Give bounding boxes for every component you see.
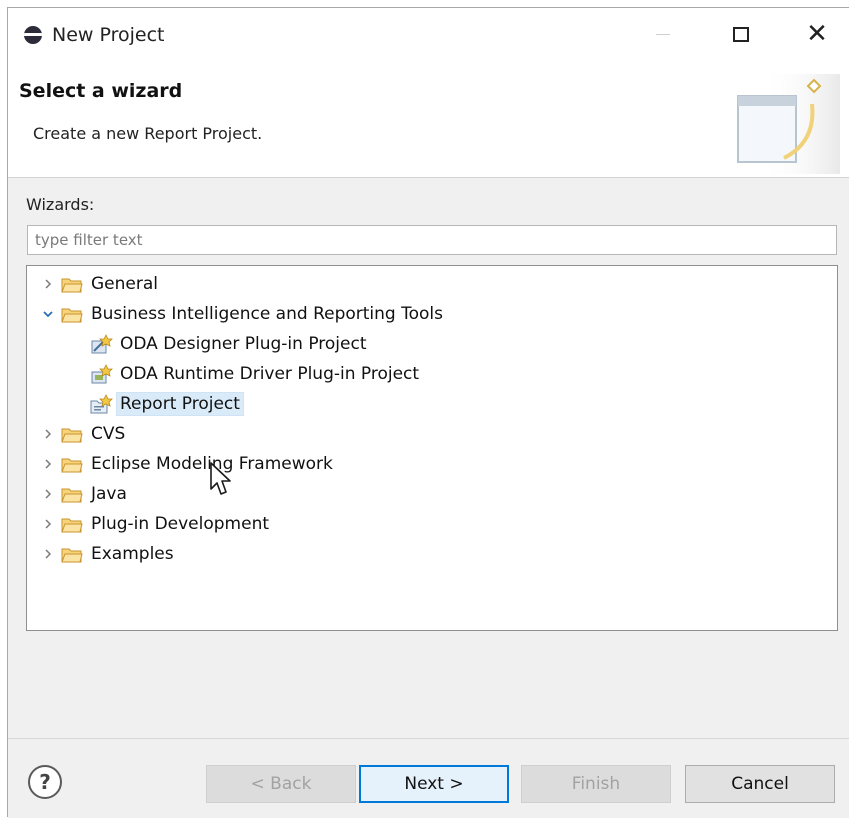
tree-item-label: Business Intelligence and Reporting Tool…: [91, 304, 443, 324]
tree-item-birt[interactable]: Business Intelligence and Reporting Tool…: [41, 300, 443, 328]
banner-title: Select a wizard: [19, 80, 183, 102]
cancel-button[interactable]: Cancel: [685, 765, 835, 803]
minimize-icon: [656, 33, 670, 35]
mouse-cursor-icon: [210, 462, 231, 495]
filter-input[interactable]: [27, 225, 837, 255]
banner-description: Create a new Report Project.: [33, 124, 263, 143]
next-button[interactable]: Next >: [359, 765, 509, 803]
tree-item-emf[interactable]: Eclipse Modeling Framework: [41, 450, 333, 478]
tree-item-cvs[interactable]: CVS: [41, 420, 125, 448]
wizard-banner: Select a wizard Create a new Report Proj…: [8, 60, 849, 178]
oda-designer-project-icon: [91, 334, 113, 354]
tree-item-oda-runtime[interactable]: ODA Runtime Driver Plug-in Project: [89, 360, 419, 388]
tree-item-label: Java: [91, 484, 127, 504]
folder-icon: [61, 518, 83, 532]
tree-item-label: CVS: [91, 424, 126, 444]
tree-item-java[interactable]: Java: [41, 480, 127, 508]
folder-icon: [61, 458, 83, 472]
tree-item-general[interactable]: General: [41, 270, 158, 298]
chevron-right-icon[interactable]: [41, 427, 55, 441]
new-project-dialog: New Project ✕ Select a wizard Create a n…: [7, 7, 849, 818]
tree-item-label: Plug-in Development: [91, 514, 270, 534]
tree-item-plugin-development[interactable]: Plug-in Development: [41, 510, 269, 538]
maximize-icon: [733, 26, 749, 42]
wizard-tree[interactable]: General Business Intelligence and Report…: [26, 265, 838, 631]
wizard-banner-icon: [737, 74, 840, 174]
tree-item-label: Report Project: [116, 392, 244, 416]
title-bar[interactable]: New Project ✕: [8, 8, 849, 60]
help-button[interactable]: ?: [28, 765, 62, 799]
folder-icon: [61, 548, 83, 562]
maximize-button[interactable]: [718, 16, 764, 52]
folder-icon: [61, 488, 83, 502]
close-button[interactable]: ✕: [794, 16, 840, 52]
folder-icon: [61, 278, 83, 292]
window-title: New Project: [52, 24, 165, 46]
button-bar: ? < Back Next > Finish Cancel: [8, 738, 849, 818]
chevron-right-icon[interactable]: [41, 457, 55, 471]
tree-item-report-project[interactable]: Report Project: [89, 390, 244, 418]
report-project-icon: [90, 394, 113, 414]
tree-item-label: General: [91, 274, 158, 294]
folder-icon: [61, 428, 83, 442]
tree-item-examples[interactable]: Examples: [41, 540, 174, 568]
finish-button[interactable]: Finish: [521, 765, 671, 803]
tree-item-label: Examples: [91, 544, 174, 564]
chevron-right-icon[interactable]: [41, 517, 55, 531]
help-icon: ?: [39, 770, 51, 794]
tree-item-label: ODA Designer Plug-in Project: [120, 334, 367, 354]
chevron-right-icon[interactable]: [41, 487, 55, 501]
chevron-right-icon[interactable]: [41, 547, 55, 561]
wizards-label: Wizards:: [26, 195, 95, 214]
minimize-button[interactable]: [640, 16, 686, 52]
chevron-right-icon[interactable]: [41, 277, 55, 291]
tree-item-label: ODA Runtime Driver Plug-in Project: [120, 364, 420, 384]
chevron-down-icon[interactable]: [41, 307, 55, 321]
back-button[interactable]: < Back: [206, 765, 356, 803]
tree-item-oda-designer[interactable]: ODA Designer Plug-in Project: [89, 330, 367, 358]
close-icon: ✕: [806, 19, 828, 49]
eclipse-app-icon: [24, 26, 42, 44]
oda-runtime-project-icon: [91, 364, 113, 384]
folder-open-icon: [61, 308, 83, 322]
